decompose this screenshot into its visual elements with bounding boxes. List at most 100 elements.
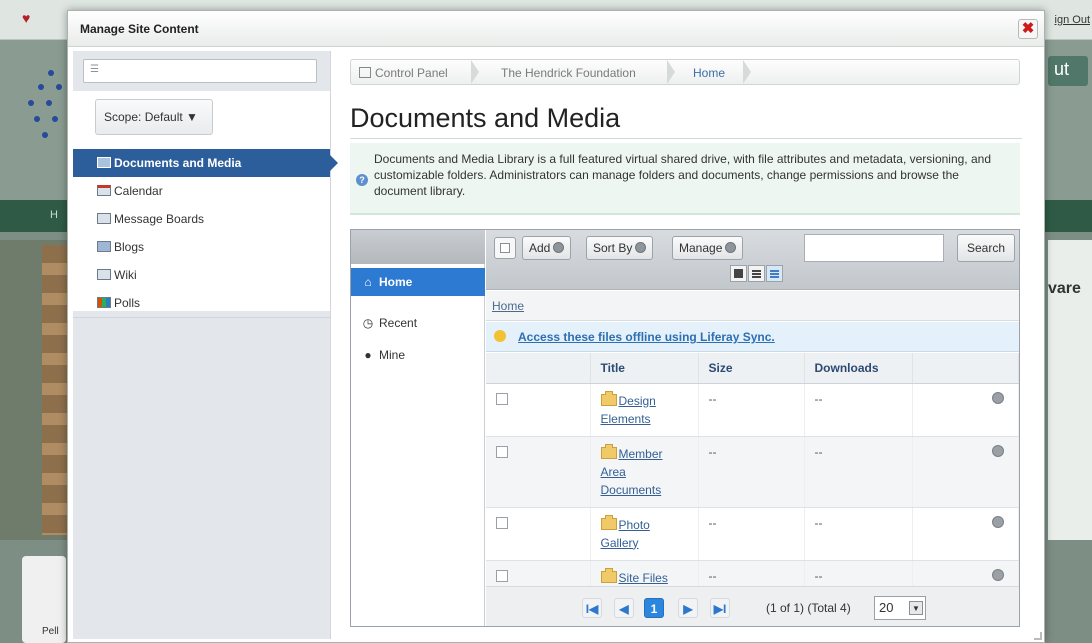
liferay-sync-link[interactable]: Access these files offline using Liferay… [518,330,775,344]
user-icon: ● [364,348,372,362]
library-toolbar: Add Sort By Manage Search [486,230,1019,290]
column-downloads[interactable]: Downloads [804,353,913,384]
dialog-title: Manage Site Content [80,22,199,36]
table-row: Member Area Documents -- -- [486,436,1019,508]
sidebar-item-label: Message Boards [114,212,205,226]
clock-icon: ◷ [362,316,374,330]
library-nav-home[interactable]: ⌂ Home [351,268,485,296]
library-nav-label: Home [379,275,413,289]
folder-breadcrumb-home[interactable]: Home [492,299,524,313]
row-checkbox[interactable] [496,569,508,582]
first-page-button[interactable]: I◀ [582,598,602,618]
sidebar-item-documents-and-media[interactable]: Documents and Media [73,149,338,177]
polls-icon [97,297,111,308]
sidebar-item-label: Blogs [114,240,145,254]
lightbulb-icon [494,330,506,342]
background-nav-letter: H [50,209,58,221]
pagination-bar: I◀ ◀ 1 ▶ ▶I (1 of 1) (Total 4) 20 ▼ [486,586,1019,626]
icon-view-toggle[interactable] [730,265,747,282]
breadcrumb-separator [743,60,755,84]
select-all-checkbox[interactable] [494,237,516,259]
message-boards-icon [97,213,111,224]
breadcrumb-separator [471,60,483,84]
list-view-icon [770,269,779,278]
control-panel-icon [359,67,371,78]
blogs-icon [97,241,111,252]
column-size[interactable]: Size [698,353,805,384]
table-row: Design Elements -- -- [486,383,1019,437]
add-button-label: Add [529,241,551,255]
background-image-panel [0,240,70,540]
folder-icon [600,390,617,406]
sidebar-item-message-boards[interactable]: Message Boards [73,205,330,233]
sidebar-item-label: Documents and Media [114,156,242,170]
sidebar-item-label: Calendar [114,184,163,198]
add-button[interactable]: Add [522,236,572,260]
sidebar-item-calendar[interactable]: Calendar [73,177,330,205]
row-actions-icon[interactable] [992,391,1004,404]
manage-site-content-dialog: Manage Site Content ✖ ☰ Scope: Default ▼… [67,10,1045,643]
page-size-value: 20 [879,600,894,615]
row-actions-icon[interactable] [992,515,1004,528]
cell-size: -- [698,507,805,561]
previous-page-button[interactable]: ◀ [614,598,634,618]
folder-link[interactable]: Site Files [619,571,668,585]
row-checkbox[interactable] [496,516,508,529]
scope-dropdown[interactable]: Scope: Default ▼ [95,99,213,135]
library-nav-label: Mine [379,348,406,362]
list-view-toggle[interactable] [766,265,783,282]
row-checkbox[interactable] [496,445,508,458]
column-title[interactable]: Title [590,353,699,384]
sidebar-search-input[interactable]: ☰ [83,59,317,83]
current-page-button[interactable]: 1 [644,598,664,618]
breadcrumb-site[interactable]: The Hendrick Foundation [501,66,636,80]
dropdown-icon [635,242,647,253]
breadcrumb-label: Control Panel [375,66,448,80]
pagination-status: (1 of 1) (Total 4) [766,601,851,615]
page-title: Documents and Media [350,103,621,133]
sidebar-item-label: Wiki [114,268,137,282]
background-heading-fragment: ut [1048,56,1088,86]
breadcrumb-home[interactable]: Home [693,66,725,80]
library-nav-mine[interactable]: ● Mine [361,348,405,362]
wiki-icon [97,269,111,280]
row-actions-icon[interactable] [992,568,1004,581]
manage-button[interactable]: Manage [672,236,744,260]
info-icon: ? [356,174,368,186]
column-select [486,353,591,384]
sidebar-item-polls[interactable]: Polls [73,289,330,317]
manage-label: Manage [679,241,723,255]
search-button[interactable]: Search [957,234,1015,262]
row-actions-icon[interactable] [992,444,1004,457]
sidebar-nav-list: Documents and Media Calendar Message Boa… [73,149,338,317]
description-text: Documents and Media Library is a full fe… [374,152,991,198]
descriptive-view-toggle[interactable] [748,265,765,282]
breadcrumb-control-panel[interactable]: Control Panel [359,66,448,80]
dropdown-icon [553,242,565,253]
library-nav-header [351,230,485,264]
library-nav-recent[interactable]: ◷ Recent [361,316,417,330]
cell-downloads: -- [804,436,913,508]
document-library: ⌂ Home ◷ Recent ● Mine Add Sort By Manage S… [350,229,1020,627]
sort-by-label: Sort By [593,241,633,255]
next-page-button[interactable]: ▶ [678,598,698,618]
last-page-button[interactable]: ▶I [710,598,730,618]
sidebar-item-blogs[interactable]: Blogs [73,233,330,261]
sign-out-link[interactable]: ign Out [1055,14,1090,26]
library-search-input[interactable] [804,234,944,262]
background-right-text: vare [1048,280,1081,297]
row-checkbox[interactable] [496,392,508,405]
site-content-sidebar: ☰ Scope: Default ▼ Documents and Media C… [73,51,338,639]
resize-handle[interactable] [1034,632,1042,640]
documents-icon [97,157,111,168]
sidebar-item-wiki[interactable]: Wiki [73,261,330,289]
folder-icon [600,443,617,459]
library-nav-label: Recent [379,316,418,330]
close-icon[interactable]: ✖ [1018,19,1038,39]
folder-icon [600,514,617,530]
column-actions [912,353,1019,384]
sort-by-button[interactable]: Sort By [586,236,654,260]
cell-downloads: -- [804,507,913,561]
page-size-select[interactable]: 20 ▼ [874,596,926,620]
chevron-down-icon: ▼ [909,601,923,615]
